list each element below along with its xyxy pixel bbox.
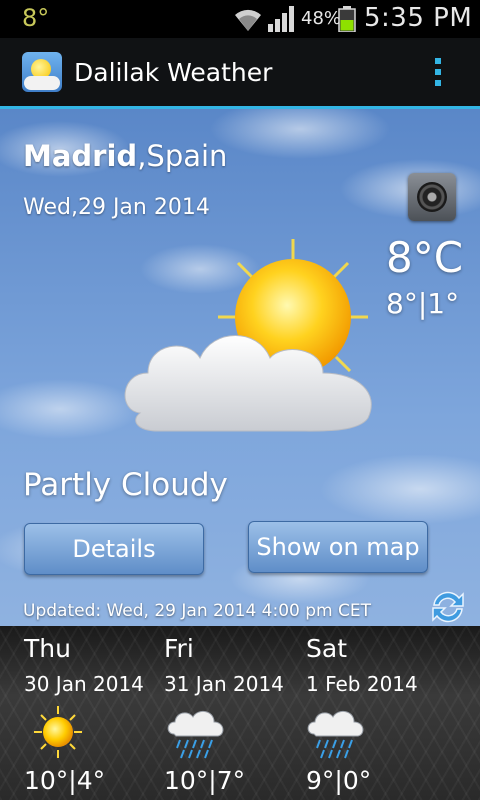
status-time: 5:35 PM (364, 3, 473, 33)
forecast-date: 30 Jan 2014 (24, 672, 144, 696)
forecast-temperature: 9°|0° (306, 766, 372, 795)
min-max-temperature: 8°|1° (386, 287, 460, 320)
forecast-day-name: Thu (24, 634, 71, 663)
speaker-icon[interactable] (408, 173, 456, 221)
current-weather-panel: Madrid,Spain Wed,29 Jan 2014 8°C 8°|1° P… (0, 109, 480, 626)
weather-condition: Partly Cloudy (23, 467, 228, 503)
forecast-date: 31 Jan 2014 (164, 672, 284, 696)
show-on-map-button[interactable]: Show on map (248, 521, 428, 573)
partly-cloudy-icon (124, 239, 372, 432)
city-name: Madrid (23, 139, 138, 173)
sunny-icon (34, 706, 82, 758)
app-title: Dalilak Weather (74, 58, 273, 87)
forecast-strip: Thu 30 Jan 2014 10°|4° Fri 31 Jan 2014 1… (0, 626, 480, 800)
updated-timestamp: Updated: Wed, 29 Jan 2014 4:00 pm CET (23, 601, 372, 621)
forecast-temperature: 10°|4° (24, 766, 106, 795)
forecast-day-name: Fri (164, 634, 194, 663)
forecast-date: 1 Feb 2014 (306, 672, 418, 696)
status-bar: 8° 48% 5:35 PM (0, 0, 480, 38)
battery-icon (338, 6, 356, 32)
rain-cloud-icon (167, 710, 224, 759)
refresh-icon[interactable] (428, 587, 468, 627)
forecast-day-name: Sat (306, 634, 347, 663)
current-date: Wed,29 Jan 2014 (23, 195, 210, 220)
overflow-menu-icon[interactable] (432, 58, 444, 90)
battery-percent: 48% (301, 8, 342, 29)
details-button[interactable]: Details (24, 523, 204, 575)
current-temperature: 8°C (386, 233, 464, 282)
location-label: Madrid,Spain (23, 139, 227, 173)
rain-cloud-icon (307, 710, 364, 759)
app-weather-icon[interactable] (22, 52, 62, 92)
forecast-temperature: 10°|7° (164, 766, 246, 795)
signal-icon (268, 6, 294, 32)
wifi-icon (235, 9, 261, 31)
status-temperature: 8° (22, 4, 50, 32)
country-name: ,Spain (137, 139, 228, 173)
action-bar: Dalilak Weather (0, 38, 480, 109)
